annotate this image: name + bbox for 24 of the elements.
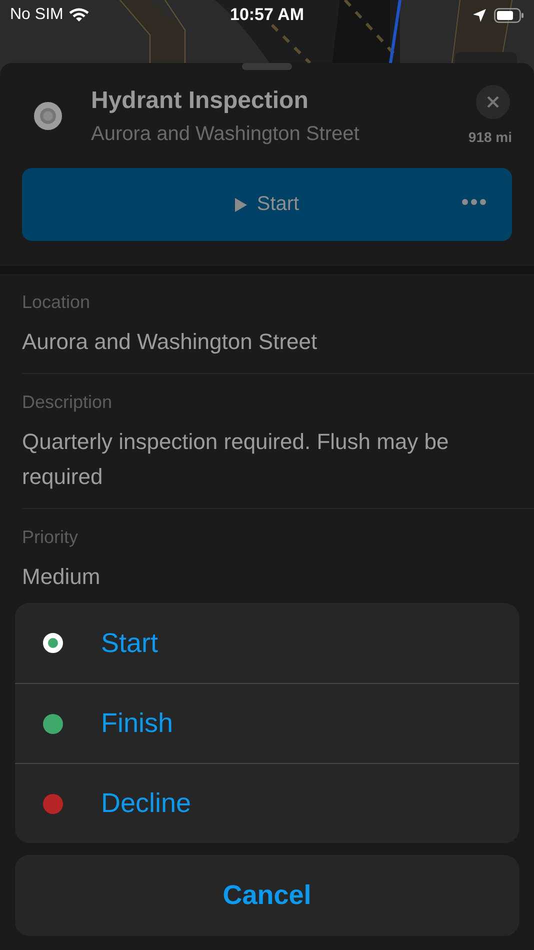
field-label: Priority [22, 527, 80, 548]
action-item[interactable]: Finish [15, 683, 519, 763]
distance-text: 918 mi [468, 129, 512, 145]
field-label: Description [22, 392, 114, 413]
start-button[interactable]: Start [22, 168, 512, 241]
field-value: Aurora and Washington Street [22, 328, 318, 356]
battery-icon [494, 8, 524, 22]
play-icon [234, 198, 247, 212]
drag-handle[interactable] [242, 63, 292, 70]
clock-text: 10:57 AM [228, 5, 305, 25]
close-button[interactable] [476, 85, 510, 119]
action-item[interactable]: Start [15, 603, 519, 683]
carrier-text: No SIM [10, 6, 64, 24]
field-label: Location [22, 292, 92, 313]
close-icon [487, 96, 499, 108]
field-value: Quarterly inspection required. Flush may be required [22, 428, 450, 491]
feature-subtitle: Aurora and Washington Street [91, 123, 360, 146]
location-arrow-icon [473, 8, 486, 22]
more-icon[interactable] [462, 199, 486, 205]
cancel-button[interactable]: Cancel [15, 855, 519, 936]
field-value: Medium [22, 563, 102, 591]
action-item[interactable]: Decline [15, 763, 519, 843]
feature-title: Hydrant Inspection [91, 87, 310, 115]
wifi-icon [69, 8, 90, 22]
